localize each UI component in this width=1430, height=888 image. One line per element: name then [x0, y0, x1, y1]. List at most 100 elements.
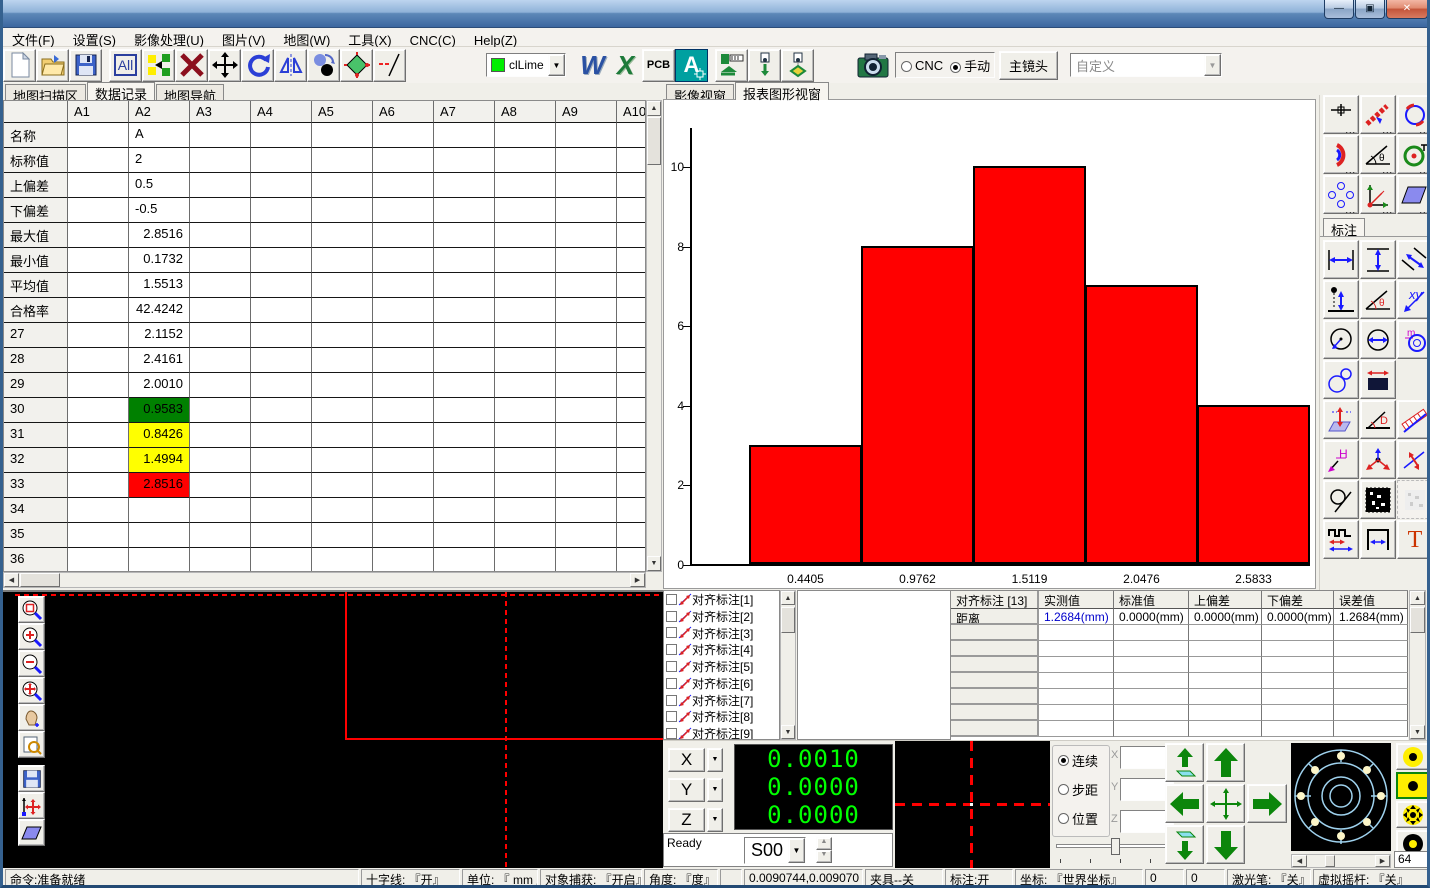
diagonal-distance-dim-button[interactable]: [1397, 240, 1430, 279]
text-tool-button[interactable]: T: [1397, 520, 1430, 559]
scroll-up-arrow[interactable]: ▲: [1410, 591, 1425, 605]
delete-button[interactable]: [175, 49, 208, 82]
table-row[interactable]: 292.0010: [4, 373, 645, 398]
scroll-right-arrow[interactable]: ▶: [1375, 855, 1390, 867]
ring-light-control[interactable]: [1291, 743, 1391, 851]
scroll-right-arrow[interactable]: ▶: [630, 573, 645, 587]
circle-line-dim-button[interactable]: [1323, 480, 1359, 519]
marked-circle-dim-button[interactable]: m: [1397, 320, 1430, 359]
table-row[interactable]: 平均值1.5513: [4, 273, 645, 298]
scroll-up-arrow[interactable]: ▲: [781, 591, 795, 605]
light-square-button[interactable]: [1396, 772, 1430, 799]
zoom-extents-button[interactable]: [18, 677, 45, 704]
table-row[interactable]: 272.1152: [4, 323, 645, 348]
light-ring-outer-button[interactable]: [1396, 743, 1430, 770]
scroll-down-arrow[interactable]: ▼: [1410, 725, 1425, 739]
table-row[interactable]: 332.8516: [4, 473, 645, 498]
save-file-button[interactable]: [69, 49, 102, 82]
jog-mode-continuous[interactable]: 连续: [1053, 746, 1109, 775]
annotation-checkbox[interactable]: [666, 695, 677, 706]
table-row[interactable]: 34: [4, 498, 645, 523]
annotation-checkbox[interactable]: [666, 711, 677, 722]
annotation-checkbox[interactable]: [666, 627, 677, 638]
jog-mode-step[interactable]: 步距: [1053, 775, 1109, 804]
axis-x-dropdown[interactable]: ▼: [707, 748, 723, 772]
result-row[interactable]: [951, 705, 1408, 721]
table-row[interactable]: 上偏差0.5: [4, 173, 645, 198]
annotation-list-item[interactable]: 对齐标注[6]: [664, 675, 779, 692]
main-lens-button[interactable]: 主镜头: [999, 51, 1058, 80]
annotation-list-item[interactable]: 对齐标注[3]: [664, 625, 779, 642]
scroll-thumb[interactable]: [647, 117, 661, 165]
axes-3d-dim-button[interactable]: [1360, 440, 1396, 479]
table-row[interactable]: 最小值0.1732: [4, 248, 645, 273]
xy-coordinate-dim-button[interactable]: xy: [1397, 280, 1430, 319]
axis-z-button[interactable]: Z: [668, 808, 705, 832]
scroll-down-arrow[interactable]: ▼: [647, 556, 661, 571]
restore-button[interactable]: ▣: [1355, 0, 1385, 19]
jog-z-up-button[interactable]: [1165, 743, 1204, 782]
angle-tool-button[interactable]: θ...: [1360, 135, 1396, 174]
locate-element-button[interactable]: A: [675, 49, 708, 82]
program-select-arrow[interactable]: ▼: [788, 838, 805, 863]
title-bar[interactable]: — ▣ ✕: [0, 0, 1430, 28]
angle-dim-button[interactable]: θ: [1360, 280, 1396, 319]
rectangle-dim-button[interactable]: [1360, 360, 1396, 399]
annotation-checkbox[interactable]: [666, 611, 677, 622]
scroll-thumb[interactable]: [1325, 855, 1335, 867]
diameter-dim-button[interactable]: [1360, 320, 1396, 359]
rotate-button[interactable]: [241, 49, 274, 82]
annotation-checkbox[interactable]: [666, 594, 677, 605]
move-origin-button[interactable]: [18, 792, 45, 819]
result-row[interactable]: [951, 641, 1408, 657]
radius-dim-button[interactable]: [1323, 320, 1359, 359]
tab-map-nav[interactable]: 地图导航: [156, 84, 224, 100]
minimize-button[interactable]: —: [1324, 0, 1354, 19]
two-circle-dim-button[interactable]: [1323, 360, 1359, 399]
jog-x-plus-button[interactable]: [1247, 784, 1287, 823]
annotation-checkbox[interactable]: [666, 644, 677, 655]
annotation-checkbox[interactable]: [666, 678, 677, 689]
point-tool-button[interactable]: ...: [1323, 95, 1359, 134]
scroll-down-arrow[interactable]: ▼: [781, 725, 795, 739]
tab-map-scan[interactable]: 地图扫描区: [5, 84, 86, 100]
select-all-button[interactable]: All: [109, 49, 142, 82]
jog-stop-button[interactable]: [1206, 784, 1245, 823]
mirror-button[interactable]: [274, 49, 307, 82]
line-angle-dim-button[interactable]: D: [1360, 400, 1396, 439]
profile-dim-button[interactable]: [1323, 520, 1359, 559]
plane-view-button[interactable]: [18, 819, 45, 846]
tab-annotation[interactable]: 标注: [1323, 218, 1365, 236]
spinner-down[interactable]: ▼: [816, 850, 832, 863]
color-select[interactable]: clLime ▼: [486, 53, 566, 77]
move-button[interactable]: [208, 49, 241, 82]
jog-y-minus-button[interactable]: [1206, 825, 1245, 864]
scroll-left-arrow[interactable]: ◀: [1292, 855, 1307, 867]
light-value-input[interactable]: 64: [1394, 851, 1430, 868]
axis-y-dropdown[interactable]: ▼: [707, 778, 723, 802]
result-row[interactable]: [951, 721, 1408, 737]
plane-height-dim-button[interactable]: [1323, 400, 1359, 439]
arc-tool-button[interactable]: ...: [1323, 135, 1359, 174]
circle-group-tool-button[interactable]: ...: [1323, 175, 1359, 214]
axis-y-button[interactable]: Y: [668, 778, 705, 802]
table-row[interactable]: 321.4994: [4, 448, 645, 473]
save-map-button[interactable]: [18, 765, 45, 792]
program-select[interactable]: S00 ▼: [744, 837, 806, 864]
horizontal-distance-dim-button[interactable]: [1323, 240, 1359, 279]
table-row[interactable]: 282.4161: [4, 348, 645, 373]
scroll-left-arrow[interactable]: ◀: [4, 573, 19, 587]
circle-center-tool-button[interactable]: ...: [1397, 135, 1430, 174]
zoom-window-button[interactable]: [18, 596, 45, 623]
manual-radio[interactable]: 手动: [943, 56, 990, 75]
ruler-dim-button[interactable]: [1397, 400, 1430, 439]
open-file-button[interactable]: [36, 49, 69, 82]
scroll-up-arrow[interactable]: ▲: [647, 101, 661, 116]
pcb-button[interactable]: PCB: [642, 49, 675, 82]
preview-button[interactable]: [18, 731, 45, 758]
height-label-dim-button[interactable]: H: [1323, 440, 1359, 479]
plane-tool-button[interactable]: ...: [1397, 175, 1430, 214]
jog-mode-position[interactable]: 位置: [1053, 804, 1109, 833]
annotation-list-item[interactable]: 对齐标注[4]: [664, 641, 779, 658]
annotation-list-item[interactable]: 对齐标注[9]: [664, 725, 779, 740]
